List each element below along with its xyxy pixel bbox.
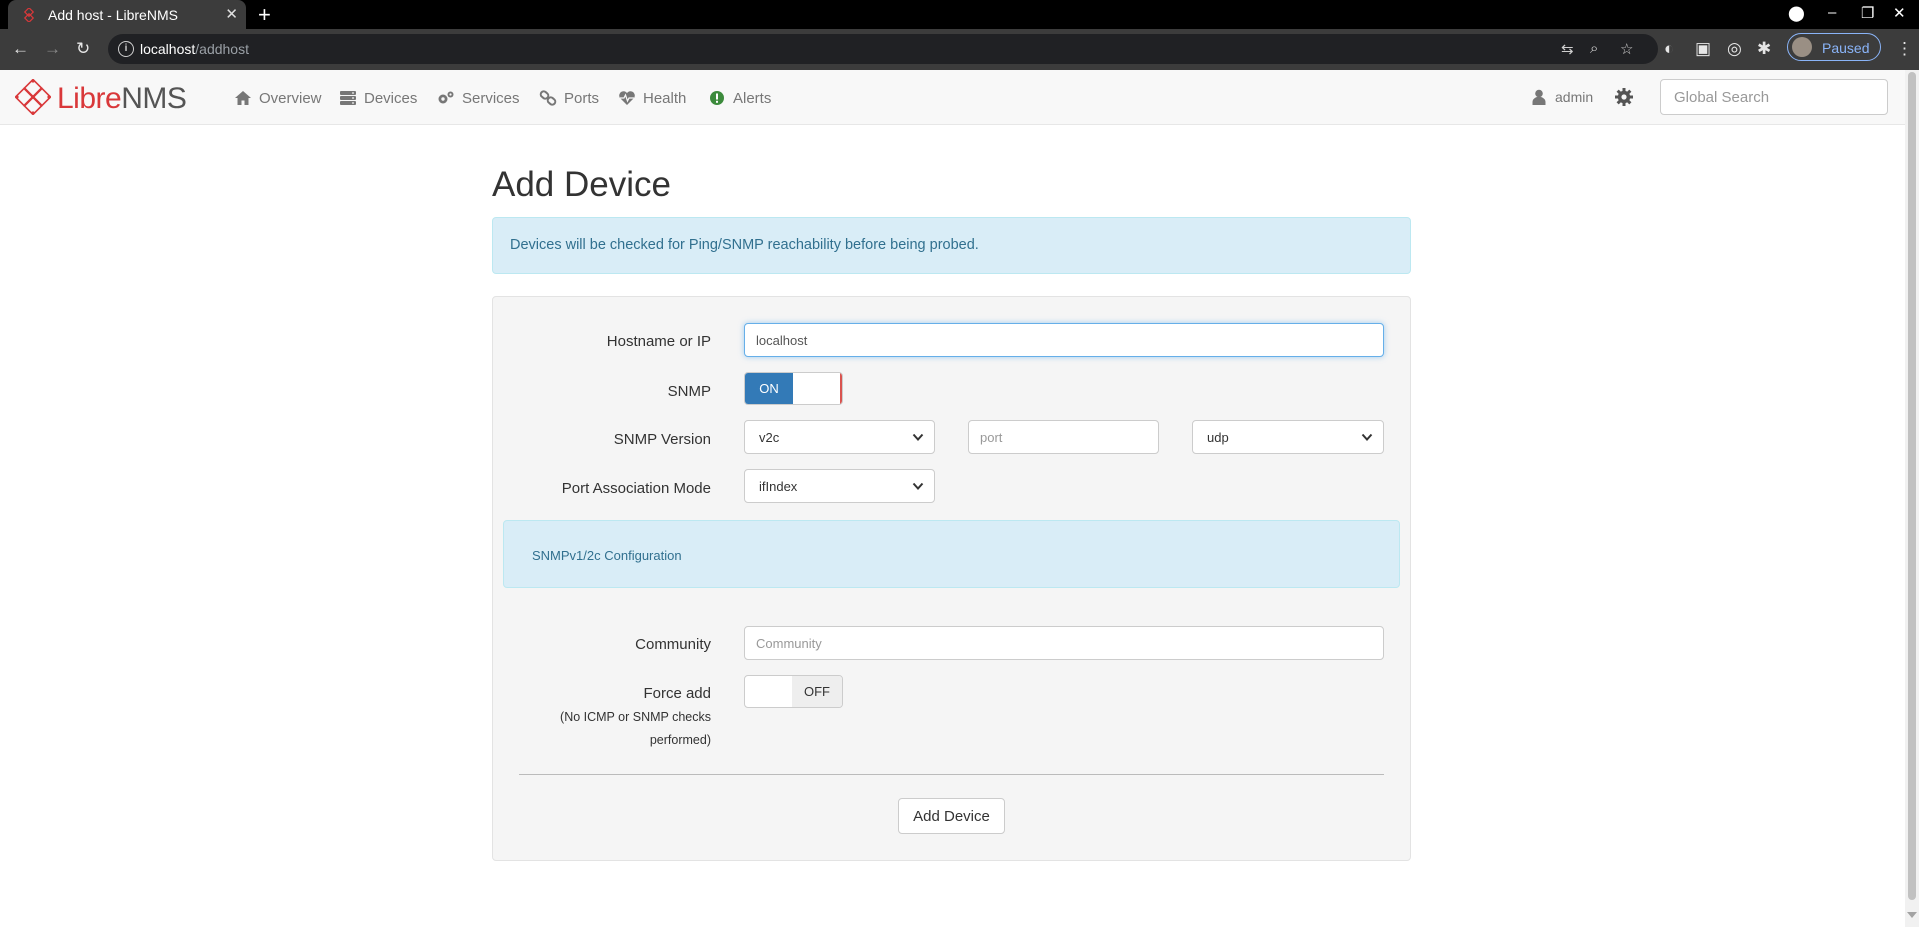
form-divider xyxy=(519,774,1384,775)
snmp-toggle[interactable]: ON xyxy=(744,372,843,405)
browser-tabstrip: Add host - LibreNMS ✕ + ⬤ – ❐ ✕ xyxy=(0,0,1919,29)
nav-health-label: Health xyxy=(643,89,687,107)
cogs-icon xyxy=(438,91,454,104)
extension-dark-reader-icon[interactable]: ◐ xyxy=(1664,39,1674,59)
translate-icon[interactable]: ⇆ xyxy=(1561,40,1574,58)
community-input[interactable] xyxy=(744,626,1384,660)
new-tab-icon[interactable]: + xyxy=(258,2,271,28)
bookmark-star-icon[interactable]: ☆ xyxy=(1620,40,1633,58)
link-icon xyxy=(539,90,557,106)
nav-alerts[interactable]: Alerts xyxy=(708,88,771,108)
force-add-toggle[interactable]: OFF xyxy=(744,675,843,708)
logo-text: LibreNMS xyxy=(57,82,187,116)
scroll-down-arrow-icon[interactable] xyxy=(1907,912,1917,918)
address-url: localhost/addhost xyxy=(140,41,249,57)
extension-circle-icon[interactable]: ◎ xyxy=(1727,39,1742,59)
nav-devices-label: Devices xyxy=(364,89,418,107)
reload-icon[interactable]: ↻ xyxy=(76,39,90,59)
snmp-label: SNMP xyxy=(667,383,711,400)
browser-toolbar: ← → ↻ i localhost/addhost ⇆ ⌕ ☆ ◐ ▣ ◎ ✱ … xyxy=(0,29,1919,70)
librenms-logo-icon xyxy=(15,79,51,115)
snmp-version-value: v2c xyxy=(759,430,780,445)
port-association-value: ifIndex xyxy=(759,479,798,494)
chevron-down-icon xyxy=(912,482,924,490)
snmp-transport-select[interactable]: udp xyxy=(1192,420,1384,454)
back-icon[interactable]: ← xyxy=(12,39,29,59)
nav-ports[interactable]: Ports xyxy=(539,88,599,108)
zoom-icon[interactable]: ⌕ xyxy=(1590,40,1598,57)
user-icon xyxy=(1532,89,1546,105)
tab-close-icon[interactable]: ✕ xyxy=(225,5,238,23)
profile-button[interactable]: Paused xyxy=(1787,33,1881,61)
user-menu[interactable]: admin xyxy=(1532,89,1593,105)
address-bar[interactable]: i localhost/addhost ⇆ ⌕ ☆ xyxy=(108,34,1658,64)
nav-services-label: Services xyxy=(462,89,520,107)
window-close-icon[interactable]: ✕ xyxy=(1893,4,1906,22)
port-association-select[interactable]: ifIndex xyxy=(744,469,935,503)
page-scrollbar-thumb[interactable] xyxy=(1908,72,1916,900)
chevron-down-icon xyxy=(1361,433,1373,441)
community-label: Community xyxy=(635,636,711,653)
tab-search-icon[interactable]: ⬤ xyxy=(1788,4,1805,22)
app-navbar: LibreNMS Overview Devices Services Ports… xyxy=(0,70,1905,125)
url-host: localhost xyxy=(140,41,196,57)
snmp-toggle-on: ON xyxy=(745,373,793,404)
user-name: admin xyxy=(1555,89,1594,105)
extensions-puzzle-icon[interactable]: ✱ xyxy=(1757,39,1771,59)
add-device-button[interactable]: Add Device xyxy=(898,798,1005,834)
reachability-info-alert: Devices will be checked for Ping/SNMP re… xyxy=(492,217,1411,274)
maximize-icon[interactable]: ❐ xyxy=(1861,4,1874,22)
nav-alerts-label: Alerts xyxy=(733,89,772,107)
snmp-version-label: SNMP Version xyxy=(613,431,711,448)
nav-services[interactable]: Services xyxy=(437,88,520,108)
nav-health[interactable]: Health xyxy=(618,88,686,108)
snmp-config-heading: SNMPv1/2c Configuration xyxy=(503,520,1400,588)
logo-text-libre: Libre xyxy=(57,82,122,115)
home-icon xyxy=(235,91,251,105)
force-add-toggle-off: OFF xyxy=(792,676,842,707)
nav-overview[interactable]: Overview xyxy=(234,88,322,108)
force-add-label: Force add xyxy=(643,685,711,702)
force-add-note-line-2: performed) xyxy=(649,733,711,747)
nav-overview-label: Overview xyxy=(259,89,322,107)
snmp-port-input[interactable] xyxy=(968,420,1159,454)
heartbeat-icon xyxy=(619,91,635,105)
hostname-input[interactable] xyxy=(744,323,1384,357)
snmp-version-select[interactable]: v2c xyxy=(744,420,935,454)
server-icon xyxy=(340,91,356,105)
snmp-transport-value: udp xyxy=(1207,430,1229,445)
global-search-input[interactable] xyxy=(1660,79,1888,115)
browser-menu-icon[interactable]: ⋮ xyxy=(1896,39,1913,59)
nav-devices[interactable]: Devices xyxy=(339,88,417,108)
force-add-note-line-1: (No ICMP or SNMP checks xyxy=(560,710,711,724)
browser-tab[interactable]: Add host - LibreNMS ✕ xyxy=(8,0,246,29)
settings-gear-icon[interactable] xyxy=(1614,87,1634,107)
snmp-toggle-knob xyxy=(840,373,842,404)
librenms-favicon-icon xyxy=(23,8,35,22)
port-association-label: Port Association Mode xyxy=(561,480,711,497)
logo-text-nms: NMS xyxy=(121,82,187,115)
url-path: /addhost xyxy=(195,41,249,57)
extension-chat-icon[interactable]: ▣ xyxy=(1695,39,1711,59)
exclamation-circle-icon xyxy=(710,91,724,105)
page-title: Add Device xyxy=(492,165,671,204)
site-info-icon[interactable]: i xyxy=(118,41,134,57)
nav-ports-label: Ports xyxy=(564,89,600,107)
profile-label: Paused xyxy=(1822,40,1870,56)
tab-title: Add host - LibreNMS xyxy=(48,7,178,23)
chevron-down-icon xyxy=(912,433,924,441)
minimize-icon[interactable]: – xyxy=(1828,4,1836,21)
forward-icon[interactable]: → xyxy=(44,39,61,59)
hostname-label: Hostname or IP xyxy=(606,333,711,350)
profile-avatar xyxy=(1792,37,1812,57)
